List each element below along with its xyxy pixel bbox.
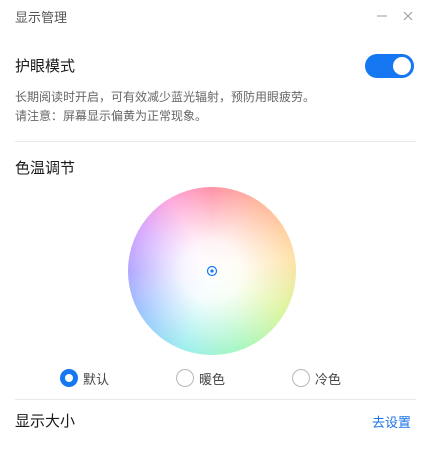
radio-circle [60,369,78,387]
color-temp-options: 默认 暖色 冷色 [0,368,439,390]
eye-mode-description: 长期阅读时开启，可有效减少蓝光辐射，预防用眼疲劳。 [15,90,316,104]
close-icon [403,11,413,21]
display-manager-window: 显示管理 护眼模式 长期阅读时开启，可有效减少蓝光辐射，预防用眼疲劳。 请注意：… [0,0,439,449]
title-bar: 显示管理 [0,0,439,34]
radio-circle [292,369,310,387]
radio-circle [176,369,194,387]
radio-label: 冷色 [315,372,342,388]
color-wheel[interactable] [128,187,296,355]
eye-mode-note: 请注意：屏幕显示偏黄为正常现象。 [15,109,208,123]
radio-warm[interactable]: 暖色 [176,368,225,388]
radio-label: 默认 [83,372,110,388]
eye-mode-title: 护眼模式 [15,57,76,75]
divider [15,141,416,142]
toggle-knob [393,57,411,75]
crosshair-target-icon[interactable] [206,265,218,277]
divider [15,399,416,400]
radio-label: 暖色 [199,372,226,388]
eye-mode-toggle[interactable] [365,54,414,78]
minimize-button[interactable] [371,5,393,27]
window-title: 显示管理 [15,11,68,26]
go-settings-link[interactable]: 去设置 [372,412,411,431]
close-button[interactable] [397,5,419,27]
color-temp-title: 色温调节 [15,159,76,177]
minimize-icon [377,15,387,17]
display-size-title: 显示大小 [15,412,76,430]
radio-default[interactable]: 默认 [60,368,109,388]
radio-cool[interactable]: 冷色 [292,368,341,388]
